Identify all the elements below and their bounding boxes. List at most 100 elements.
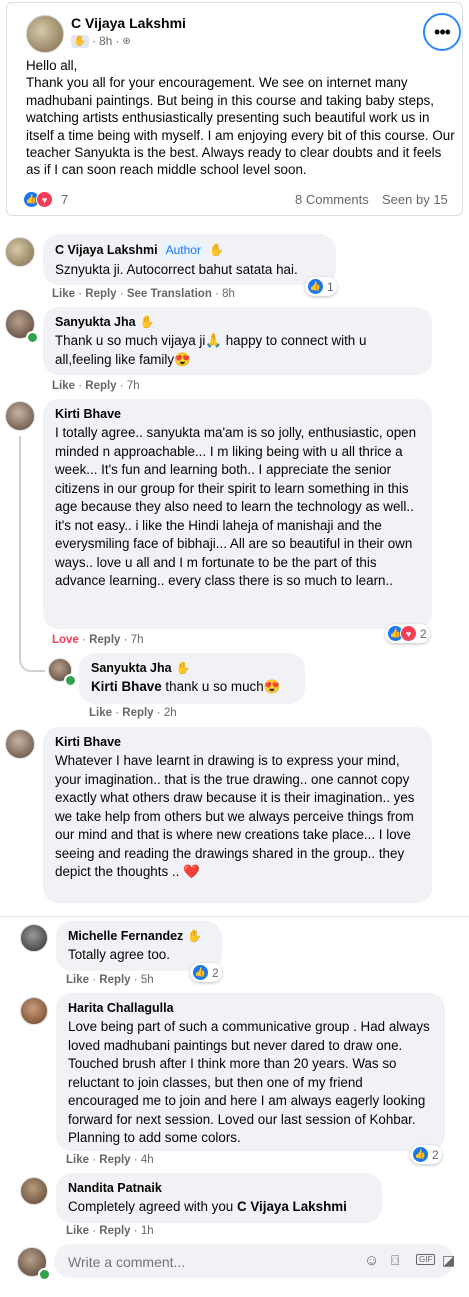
- post-time[interactable]: 8h: [99, 34, 112, 48]
- comment-time[interactable]: 2h: [164, 707, 177, 719]
- group-member-icon: ✋: [208, 243, 224, 257]
- like-link[interactable]: Like: [89, 707, 112, 719]
- comment-actions: Like · Reply · 2h: [89, 707, 177, 719]
- see-translation-link[interactable]: See Translation: [127, 288, 212, 300]
- comment-text: Whatever I have learnt in drawing is to …: [55, 753, 415, 879]
- comment-reactions[interactable]: 👍 1: [305, 277, 337, 296]
- comment-time[interactable]: 5h: [141, 974, 154, 986]
- comment-reaction-count: 2: [212, 965, 219, 980]
- mention-link[interactable]: Kirti Bhave: [91, 679, 162, 694]
- group-member-icon: ✋: [139, 315, 155, 329]
- avatar[interactable]: [5, 401, 35, 431]
- comment-reaction-count: 2: [420, 626, 427, 641]
- meta-dot: ·: [115, 34, 120, 48]
- more-options-button[interactable]: •••: [423, 13, 461, 51]
- reply-link[interactable]: Reply: [85, 380, 116, 392]
- avatar[interactable]: [5, 237, 35, 267]
- comment-reaction-count: 1: [327, 279, 334, 294]
- comment-composer[interactable]: ☺ ⌼ GIF ◪: [54, 1244, 455, 1278]
- screenshot-divider: [0, 904, 469, 917]
- post-author-name[interactable]: C Vijaya Lakshmi: [71, 15, 186, 31]
- reply-link[interactable]: Reply: [89, 634, 120, 646]
- avatar[interactable]: [20, 997, 48, 1025]
- reply-thread-line: [19, 436, 45, 672]
- action-dot: ·: [82, 634, 86, 646]
- online-indicator: [26, 331, 39, 344]
- comment-reactions[interactable]: 👍 2: [410, 1145, 442, 1164]
- avatar[interactable]: [20, 1177, 48, 1205]
- comment-reaction-count: 2: [432, 1147, 439, 1162]
- comment-bubble: Sanyukta Jha ✋ Thank u so much vijaya ji🙏…: [43, 307, 432, 375]
- reply-link[interactable]: Reply: [85, 288, 116, 300]
- emoji-icon[interactable]: ☺: [364, 1252, 379, 1269]
- reply-text: thank u so much😍: [161, 679, 281, 694]
- comment-time[interactable]: 4h: [141, 1154, 154, 1166]
- reply-link[interactable]: Reply: [99, 1225, 130, 1237]
- action-dot: ·: [78, 380, 83, 392]
- comment-author[interactable]: Kirti Bhave: [55, 735, 121, 749]
- comment-text: Completely agreed with you C Vijaya Laks…: [68, 1198, 370, 1217]
- reply-link[interactable]: Reply: [99, 1154, 130, 1166]
- comment-bubble: Harita Challagulla Love being part of su…: [56, 993, 445, 1151]
- comment-author[interactable]: Michelle Fernandez: [68, 929, 183, 943]
- comment-text: Love being part of such a communicative …: [68, 1019, 430, 1145]
- comment-actions: Like · Reply · 5h: [66, 974, 154, 986]
- group-member-icon: ✋: [187, 929, 203, 943]
- comment-body: Completely agreed with you: [68, 1199, 237, 1214]
- globe-icon: ⊕: [122, 35, 131, 47]
- sticker-icon[interactable]: ◪: [442, 1252, 455, 1269]
- comment-reactions[interactable]: 👍 ♥ 2: [385, 624, 430, 643]
- comment-author-row: Sanyukta Jha ✋: [91, 661, 293, 675]
- love-reaction-icon: ♥: [36, 191, 53, 208]
- like-link[interactable]: Like: [66, 974, 89, 986]
- comment-reactions[interactable]: 👍 2: [190, 963, 222, 982]
- reply-bubble: Sanyukta Jha ✋ Kirti Bhave thank u so muc…: [79, 653, 305, 704]
- reaction-count: 7: [61, 192, 69, 207]
- comment-author[interactable]: Sanyukta Jha: [91, 661, 172, 675]
- comment-text: I totally agree.. sanyukta ma'am is so j…: [55, 425, 417, 588]
- comment-input[interactable]: [66, 1251, 340, 1273]
- online-indicator: [64, 674, 77, 687]
- gif-icon[interactable]: GIF: [416, 1254, 436, 1265]
- comment-time[interactable]: 1h: [141, 1225, 154, 1237]
- like-link[interactable]: Like: [66, 1154, 89, 1166]
- post-reactions[interactable]: 👍 ♥ 7: [23, 191, 68, 208]
- seen-by[interactable]: Seen by 15: [382, 192, 448, 207]
- like-link[interactable]: Like: [66, 1225, 89, 1237]
- comment-text: Sznyukta ji. Autocorrect bahut satata ha…: [55, 262, 298, 277]
- love-link[interactable]: Love: [52, 634, 79, 646]
- action-dot: ·: [156, 707, 161, 719]
- comment-author[interactable]: C Vijaya Lakshmi: [55, 243, 158, 257]
- comment-author[interactable]: Sanyukta Jha: [55, 315, 136, 329]
- group-member-icon: ✋: [71, 34, 89, 48]
- avatar[interactable]: [5, 729, 35, 759]
- mention-link[interactable]: C Vijaya Lakshmi: [237, 1199, 347, 1214]
- action-dot: ·: [92, 1225, 97, 1237]
- like-link[interactable]: Like: [52, 380, 75, 392]
- avatar[interactable]: [20, 924, 48, 952]
- reply-link[interactable]: Reply: [122, 707, 153, 719]
- like-reaction-icon: 👍: [192, 964, 209, 981]
- comments-count[interactable]: 8 Comments: [295, 192, 369, 207]
- comment-actions: Like · Reply · See Translation · 8h: [52, 288, 235, 300]
- comment-author[interactable]: Nandita Patnaik: [68, 1181, 162, 1195]
- comment-time[interactable]: 7h: [127, 380, 140, 392]
- action-dot: ·: [78, 288, 83, 300]
- post-author-avatar[interactable]: [26, 15, 64, 53]
- comment-text: Thank u so much vijaya ji🙏 happy to conn…: [55, 333, 367, 367]
- comment-actions: Like · Reply · 7h: [52, 380, 140, 392]
- comment-actions: Like · Reply · 1h: [66, 1225, 154, 1237]
- comment-time[interactable]: 8h: [222, 288, 235, 300]
- like-link[interactable]: Like: [52, 288, 75, 300]
- reply-link[interactable]: Reply: [99, 974, 130, 986]
- comment-time[interactable]: 7h: [131, 634, 144, 646]
- action-dot: ·: [119, 380, 124, 392]
- more-icon: •••: [434, 21, 451, 42]
- online-indicator: [38, 1268, 51, 1281]
- comment-author[interactable]: Kirti Bhave: [55, 407, 121, 421]
- like-reaction-icon: 👍: [307, 278, 324, 295]
- camera-icon[interactable]: ⌼: [391, 1252, 399, 1269]
- comment-author[interactable]: Harita Challagulla: [68, 1001, 174, 1015]
- comment-author-row: Michelle Fernandez ✋: [68, 929, 210, 943]
- love-reaction-icon: ♥: [400, 625, 417, 642]
